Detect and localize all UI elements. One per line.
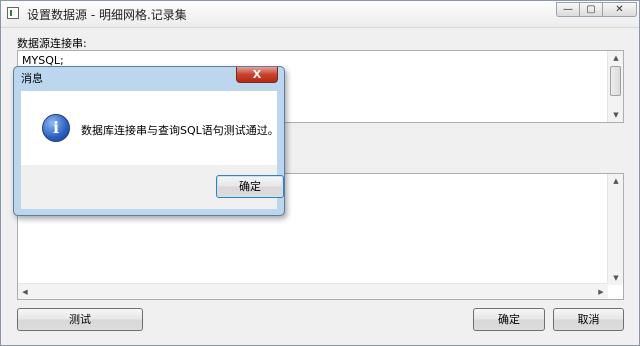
scroll-left-icon[interactable]: ◀ — [18, 284, 32, 300]
app-icon — [7, 7, 19, 19]
message-dialog: 消息 X i 数据库连接串与查询SQL语句测试通过。 确定 — [13, 66, 285, 216]
dialog-close-button[interactable]: X — [236, 67, 278, 83]
dialog-footer: 确定 — [21, 165, 284, 209]
scroll-down-icon[interactable]: ▼ — [608, 271, 624, 285]
close-button[interactable]: ✕ — [602, 2, 637, 17]
window-title: 设置数据源 - 明细网格.记录集 — [27, 8, 187, 22]
title-bar[interactable]: 设置数据源 - 明细网格.记录集 — ▢ ✕ — [1, 1, 639, 28]
dialog-body: i 数据库连接串与查询SQL语句测试通过。 — [21, 91, 279, 165]
scroll-right-icon[interactable]: ▶ — [594, 284, 608, 300]
sql-horizontal-scrollbar[interactable]: ◀ ▶ — [18, 283, 608, 299]
dialog-title: 消息 — [21, 72, 43, 85]
ok-button[interactable]: 确定 — [473, 308, 545, 331]
scroll-thumb[interactable] — [610, 66, 621, 96]
minimize-button[interactable]: — — [556, 2, 580, 17]
connection-vertical-scrollbar[interactable]: ▲ ▼ — [607, 51, 623, 122]
scroll-up-icon[interactable]: ▲ — [608, 51, 624, 65]
scroll-up-icon[interactable]: ▲ — [608, 174, 624, 188]
test-button[interactable]: 测试 — [17, 308, 143, 331]
connection-string-label: 数据源连接串: — [17, 37, 87, 50]
sql-vertical-scrollbar[interactable]: ▲ ▼ — [607, 174, 623, 285]
maximize-button[interactable]: ▢ — [579, 2, 603, 17]
scroll-down-icon[interactable]: ▼ — [608, 108, 624, 122]
dialog-message: 数据库连接串与查询SQL语句测试通过。 — [81, 124, 279, 137]
info-icon: i — [42, 114, 70, 142]
dialog-ok-button[interactable]: 确定 — [216, 175, 284, 198]
cancel-button[interactable]: 取消 — [553, 308, 624, 331]
